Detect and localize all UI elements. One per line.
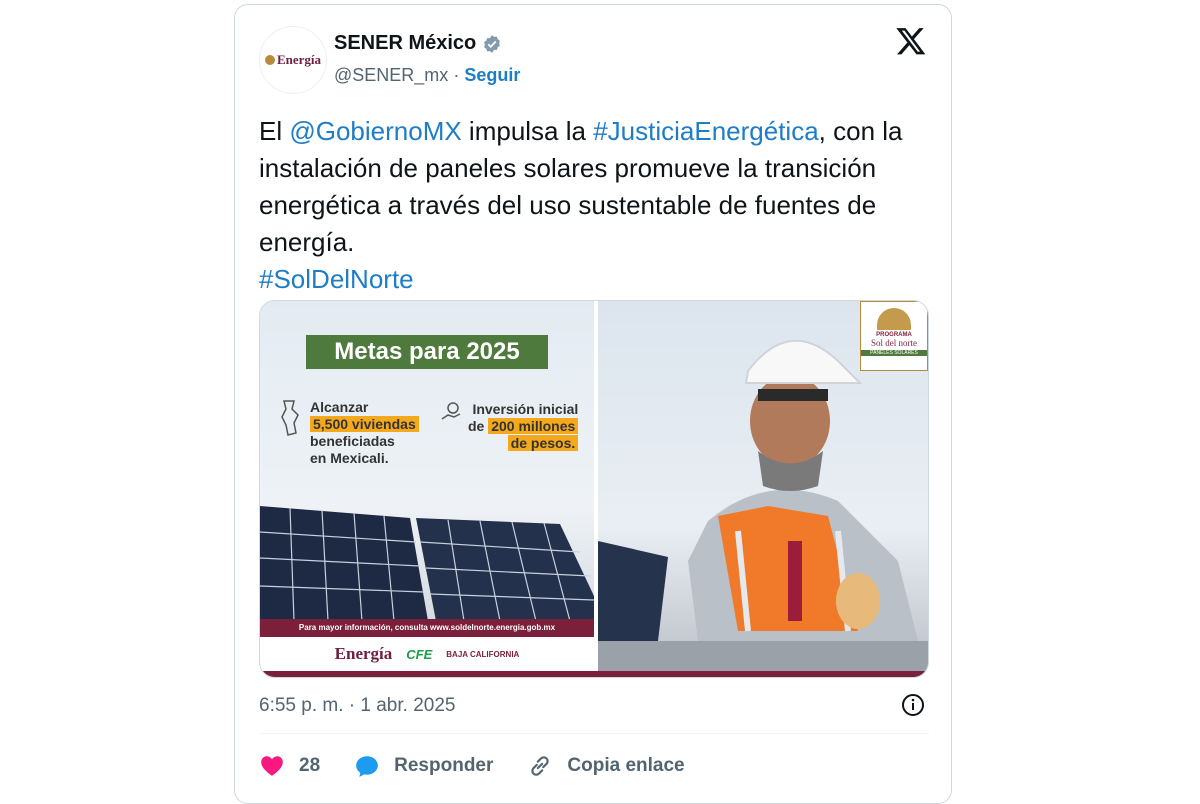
- baja-california-logo: BAJA CALIFORNIA: [446, 649, 520, 659]
- money-hand-icon: [441, 402, 461, 420]
- reply-bubble-icon: [356, 756, 378, 777]
- stat-inversion: Inversión inicial de 200 millones de pes…: [468, 401, 579, 452]
- follow-button[interactable]: Seguir: [464, 65, 520, 85]
- reply-button[interactable]: Responder: [354, 753, 493, 779]
- handle-separator: ·: [453, 65, 460, 85]
- solar-panels-illustration: [260, 506, 594, 621]
- badge-sub: PANELES SOLARES: [861, 350, 927, 356]
- stat-viviendas: Alcanzar 5,500 viviendas beneficiadas en…: [310, 399, 419, 467]
- stat-highlight: de pesos.: [507, 435, 579, 451]
- info-bar: Para mayor información, consulta www.sol…: [260, 619, 594, 637]
- hashtag-link[interactable]: #SolDelNorte: [259, 264, 414, 294]
- author-name[interactable]: SENER México: [334, 32, 476, 55]
- divider-line: [259, 733, 929, 734]
- stat-highlight: 200 millones: [488, 418, 579, 434]
- stat-line: beneficiadas: [310, 433, 395, 449]
- author-name-row[interactable]: SENER México: [334, 32, 502, 55]
- seal-icon: [264, 55, 275, 65]
- x-logo-icon[interactable]: [895, 25, 927, 57]
- avatar[interactable]: Energía: [259, 26, 327, 94]
- info-icon[interactable]: [901, 693, 925, 717]
- tweet-card: Energía SENER México @SENER_mx · Seguir …: [234, 4, 952, 804]
- mention-link[interactable]: @GobiernoMX: [289, 116, 461, 146]
- tweet-text: El @GobiernoMX impulsa la #JusticiaEnerg…: [259, 113, 935, 298]
- like-count: 28: [299, 755, 321, 776]
- stat-line: Alcanzar: [310, 399, 369, 415]
- energia-logo: Energía: [334, 644, 393, 663]
- stat-line: en Mexicali.: [310, 450, 389, 466]
- copy-link-label: Copia enlace: [567, 755, 685, 776]
- avatar-logo-text: Energía: [276, 52, 322, 67]
- infographic-panel: Metas para 2025 Alcanzar 5,500 viviendas…: [260, 301, 594, 677]
- tweet-media-image[interactable]: Metas para 2025 Alcanzar 5,500 viviendas…: [259, 300, 929, 678]
- stat-prefix: de: [468, 418, 489, 434]
- sun-icon: [877, 308, 911, 330]
- link-icon: [531, 756, 550, 776]
- action-bar: 28 Responder Copia enlace: [259, 750, 719, 782]
- like-button[interactable]: 28: [259, 753, 320, 779]
- map-icon: [281, 400, 299, 436]
- program-badge: PROGRAMA Sol del norte PANELES SOLARES: [860, 301, 928, 371]
- tweet-text-part: El: [259, 116, 290, 146]
- heart-icon: [261, 756, 283, 776]
- logos-row: Energía CFE BAJA CALIFORNIA: [260, 637, 594, 671]
- copy-link-button[interactable]: Copia enlace: [527, 753, 685, 779]
- badge-name: Sol del norte: [871, 338, 917, 348]
- stat-highlight: 5,500 viviendas: [310, 416, 419, 432]
- tweet-text-part: impulsa la: [461, 116, 594, 146]
- bottom-strip: [260, 671, 928, 677]
- hashtag-link[interactable]: #JusticiaEnergética: [593, 116, 818, 146]
- cfe-logo: CFE: [406, 646, 433, 662]
- headline-banner: Metas para 2025: [306, 335, 548, 369]
- photo-panel: PROGRAMA Sol del norte PANELES SOLARES: [598, 301, 928, 677]
- reply-label: Responder: [394, 755, 494, 776]
- handle-row: @SENER_mx · Seguir: [334, 65, 520, 86]
- stat-line: Inversión inicial: [472, 401, 579, 417]
- timestamp[interactable]: 6:55 p. m. · 1 abr. 2025: [259, 695, 455, 717]
- verified-badge-icon: [484, 34, 501, 53]
- author-handle[interactable]: @SENER_mx: [334, 65, 448, 85]
